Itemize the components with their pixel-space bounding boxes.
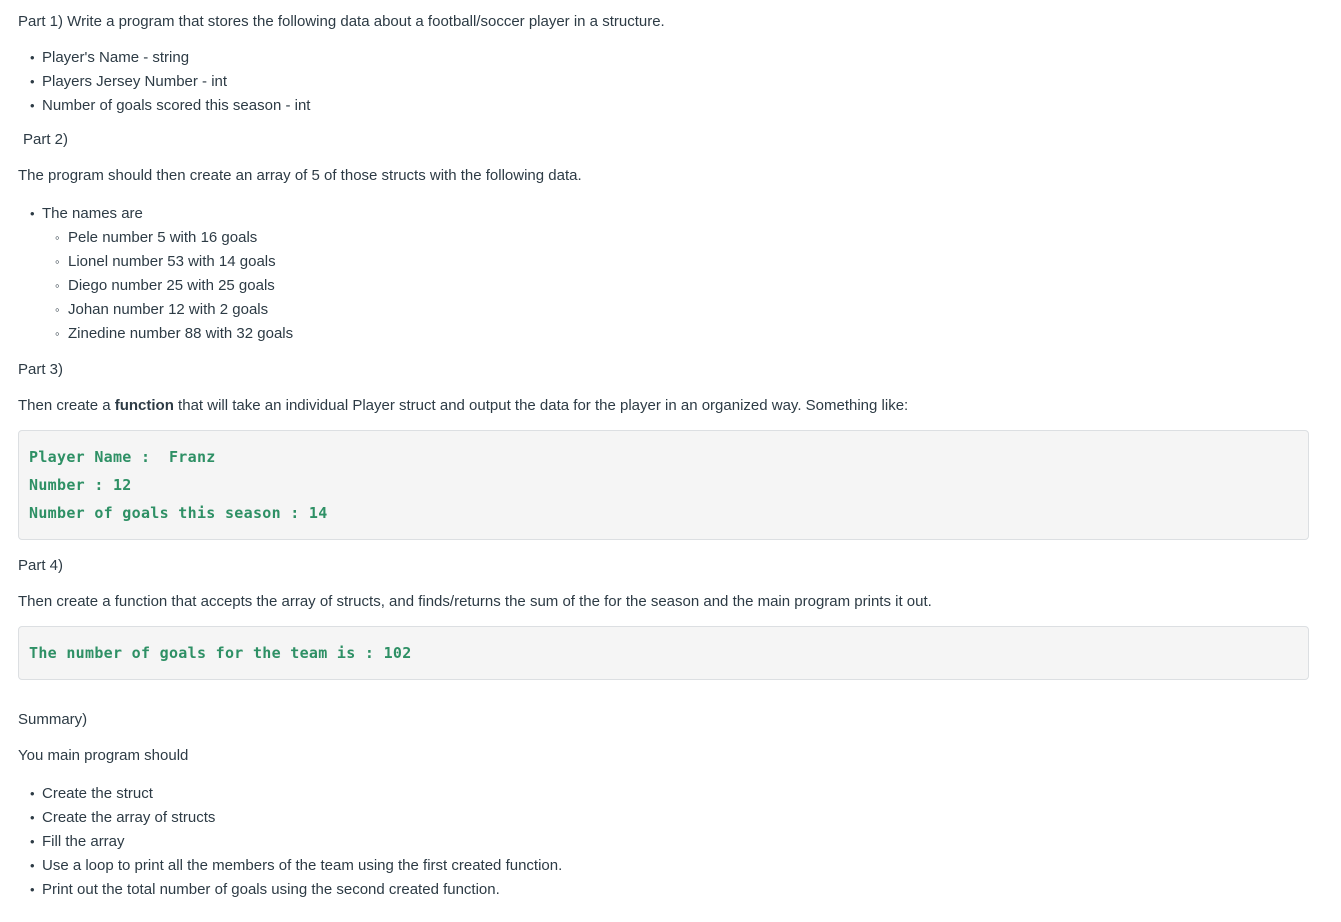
- part2-label: Part 2): [23, 131, 69, 148]
- list-item: Players Jersey Number - int: [42, 70, 1341, 94]
- part3-text: Then create a function that will take an…: [0, 396, 1341, 416]
- summary-item-3: Use a loop to print all the members of t…: [42, 857, 562, 874]
- list-item: Zinedine number 88 with 32 goals: [55, 322, 1341, 346]
- top-spacer: [0, 0, 1341, 12]
- code-line: Number : 12: [29, 476, 132, 494]
- part1-item-2: Number of goals scored this season - int: [42, 97, 310, 114]
- part1-list: Player's Name - string Players Jersey Nu…: [0, 46, 1341, 118]
- list-item: The names are Pele number 5 with 16 goal…: [42, 202, 1341, 346]
- code-line: The number of goals for the team is : 10…: [29, 644, 412, 662]
- part3-text-post: that will take an individual Player stru…: [173, 397, 909, 414]
- list-item: Number of goals scored this season - int: [42, 94, 1341, 118]
- summary-item-1: Create the array of structs: [42, 809, 215, 826]
- part2-players-list: Pele number 5 with 16 goals Lionel numbe…: [42, 226, 1341, 346]
- list-item: Create the struct: [42, 782, 1341, 806]
- part1-heading: Part 1) Write a program that stores the …: [18, 13, 665, 30]
- list-item: Pele number 5 with 16 goals: [55, 226, 1341, 250]
- list-item: Print out the total number of goals usin…: [42, 878, 1341, 902]
- code-line: Number of goals this season : 14: [29, 504, 328, 522]
- list-item: Create the array of structs: [42, 806, 1341, 830]
- summary-list: Create the struct Create the array of st…: [0, 782, 1341, 902]
- list-item: Player's Name - string: [42, 46, 1341, 70]
- part4-text: Then create a function that accepts the …: [18, 593, 932, 610]
- list-item: Fill the array: [42, 830, 1341, 854]
- summary-item-4: Print out the total number of goals usin…: [42, 881, 500, 898]
- summary-label: Summary): [18, 711, 88, 728]
- summary-item-2: Fill the array: [42, 833, 125, 850]
- assignment-page: Part 1) Write a program that stores the …: [0, 0, 1341, 902]
- part2-list: The names are Pele number 5 with 16 goal…: [0, 202, 1341, 346]
- list-item: Lionel number 53 with 14 goals: [55, 250, 1341, 274]
- part3-bold-word: function: [114, 397, 174, 414]
- part4-code-block: The number of goals for the team is : 10…: [18, 626, 1309, 680]
- summary-intro: You main program should: [18, 747, 189, 764]
- code-line: Player Name : Franz: [29, 448, 216, 466]
- part2-intro: The program should then create an array …: [18, 167, 582, 184]
- list-item: Diego number 25 with 25 goals: [55, 274, 1341, 298]
- part2-list-heading: The names are: [42, 205, 143, 222]
- part4-label: Part 4): [18, 557, 64, 574]
- list-item: Use a loop to print all the members of t…: [42, 854, 1341, 878]
- part1-item-1: Players Jersey Number - int: [42, 73, 227, 90]
- list-item: Johan number 12 with 2 goals: [55, 298, 1341, 322]
- summary-item-0: Create the struct: [42, 785, 153, 802]
- part3-code-block: Player Name : Franz Number : 12 Number o…: [18, 430, 1309, 540]
- part1-item-0: Player's Name - string: [42, 49, 189, 66]
- part3-text-pre: Then create a: [18, 397, 115, 414]
- part3-label: Part 3): [18, 361, 64, 378]
